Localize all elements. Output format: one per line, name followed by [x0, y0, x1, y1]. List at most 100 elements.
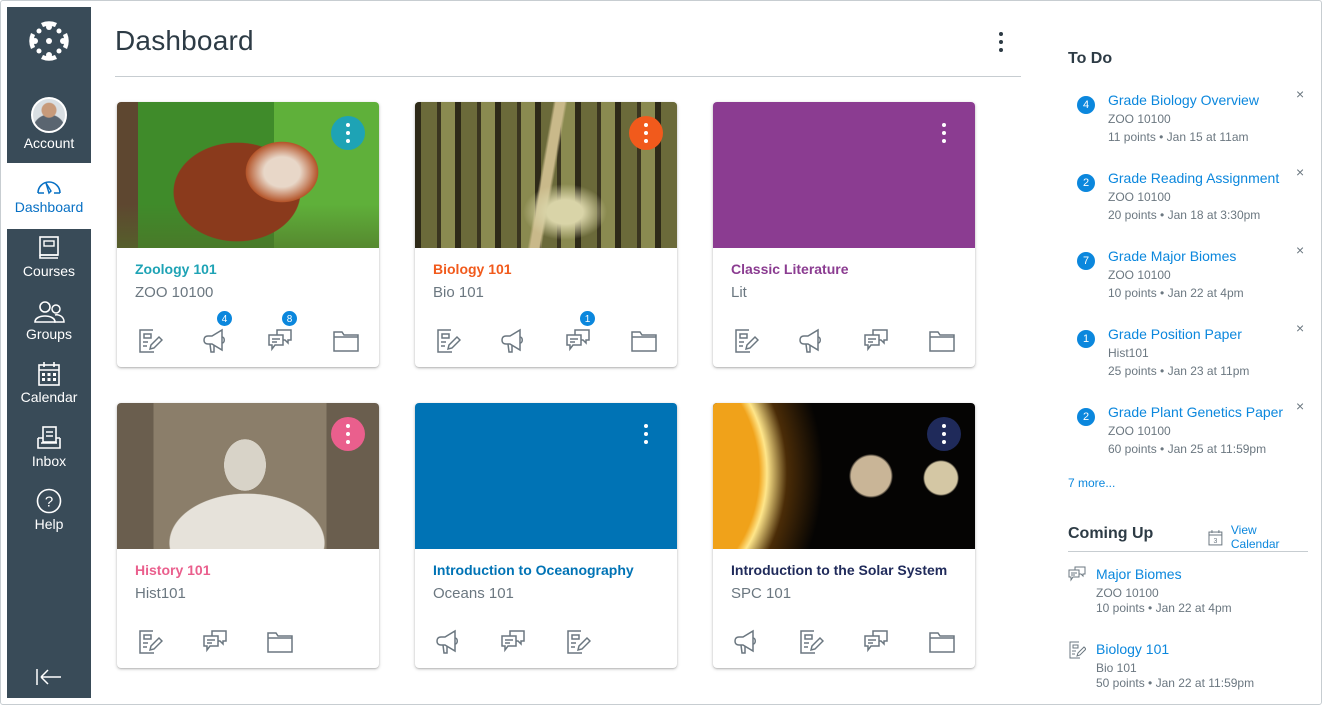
right-sidebar: To Do 4 Grade Biology Overview ZOO 10100… [1068, 1, 1308, 704]
course-card[interactable]: Introduction to Oceanography Oceans 101 [415, 403, 677, 668]
app-window: Account Dashboard Courses Groups Calenda… [0, 0, 1322, 705]
calendar-icon: 3 [1208, 529, 1223, 545]
global-nav: Account Dashboard Courses Groups Calenda… [7, 7, 91, 698]
files-icon[interactable] [631, 328, 657, 354]
files-icon[interactable] [333, 328, 359, 354]
nav-account[interactable]: Account [7, 97, 91, 163]
nav-calendar[interactable]: Calendar [7, 361, 91, 405]
collapse-nav-button[interactable] [7, 667, 91, 687]
canvas-logo[interactable] [7, 19, 91, 79]
dismiss-icon[interactable]: × [1296, 243, 1308, 257]
assignments-icon-glyph [735, 329, 759, 353]
todo-link[interactable]: Grade Plant Genetics Paper [1108, 404, 1283, 420]
course-card[interactable]: Biology 101 Bio 101 1 [415, 102, 677, 367]
discussions-icon[interactable] [202, 629, 228, 655]
discussions-icon[interactable] [863, 328, 889, 354]
announcements-icon[interactable] [733, 629, 759, 655]
discussions-icon-glyph [203, 630, 227, 653]
files-icon[interactable] [929, 328, 955, 354]
nav-courses[interactable]: Courses [7, 235, 91, 279]
todo-meta: 60 points • Jan 25 at 11:59pm [1108, 442, 1267, 456]
announcements-icon[interactable] [500, 328, 526, 354]
course-card[interactable]: History 101 Hist101 [117, 403, 379, 668]
card-actions: 4 8 [137, 310, 367, 354]
card-title[interactable]: Classic Literature [731, 261, 849, 277]
coming-up-link[interactable]: Major Biomes [1096, 566, 1182, 582]
avatar [31, 97, 67, 133]
card-options-button[interactable] [629, 417, 663, 451]
course-card[interactable]: Classic Literature Lit [713, 102, 975, 367]
card-course-code: Hist101 [135, 585, 186, 602]
card-course-code: Lit [731, 284, 747, 301]
view-calendar-label: View Calendar [1230, 523, 1280, 551]
assignments-icon[interactable] [137, 328, 163, 354]
nav-help[interactable]: ? Help [7, 488, 91, 532]
course-card[interactable]: Zoology 101 ZOO 10100 4 8 [117, 102, 379, 367]
todo-link[interactable]: Grade Reading Assignment [1108, 170, 1279, 186]
card-options-button[interactable] [927, 417, 961, 451]
assignments-icon[interactable] [137, 629, 163, 655]
assignments-icon[interactable] [798, 629, 824, 655]
card-title[interactable]: Zoology 101 [135, 261, 217, 277]
announcements-icon[interactable] [798, 328, 824, 354]
card-options-button[interactable] [331, 116, 365, 150]
assignments-icon-glyph [800, 630, 824, 654]
todo-link[interactable]: Grade Major Biomes [1108, 248, 1236, 264]
card-actions [435, 629, 665, 655]
assignments-icon-glyph [437, 329, 461, 353]
calendar-icon [38, 362, 60, 386]
todo-link[interactable]: Grade Biology Overview [1108, 92, 1259, 108]
needs-grading-count: 2 [1077, 408, 1095, 426]
dismiss-icon[interactable]: × [1296, 399, 1308, 413]
dismiss-icon[interactable]: × [1296, 165, 1308, 179]
assignments-icon[interactable] [565, 629, 591, 655]
unread-badge: 8 [281, 310, 298, 327]
nav-help-label: Help [34, 516, 64, 532]
card-course-code: Oceans 101 [433, 585, 514, 602]
card-options-button[interactable] [927, 116, 961, 150]
nav-courses-label: Courses [22, 263, 76, 279]
assignments-icon[interactable] [435, 328, 461, 354]
announcements-icon[interactable]: 4 [202, 310, 233, 354]
card-title[interactable]: Biology 101 [433, 261, 512, 277]
card-options-button[interactable] [331, 417, 365, 451]
discussions-icon[interactable]: 8 [267, 310, 298, 354]
card-title[interactable]: Introduction to the Solar System [731, 562, 947, 578]
discussions-icon[interactable] [863, 629, 889, 655]
discussions-icon[interactable]: 1 [565, 310, 596, 354]
needs-grading-count: 7 [1077, 252, 1095, 270]
todo-item: 7 Grade Major Biomes ZOO 10100 10 points… [1068, 243, 1308, 312]
card-title[interactable]: History 101 [135, 562, 210, 578]
files-icon[interactable] [929, 629, 955, 655]
page-title: Dashboard [115, 25, 254, 56]
files-icon[interactable] [267, 629, 293, 655]
main-content: Dashboard Zoology 101 ZOO 10100 4 8 Biol… [115, 1, 1021, 704]
coming-up-divider [1068, 551, 1308, 552]
card-title[interactable]: Introduction to Oceanography [433, 562, 634, 578]
card-options-button[interactable] [629, 116, 663, 150]
coming-up-link[interactable]: Biology 101 [1096, 641, 1169, 657]
nav-inbox-label: Inbox [31, 453, 67, 469]
announcements-icon[interactable] [435, 629, 461, 655]
todo-link[interactable]: Grade Position Paper [1108, 326, 1242, 342]
view-calendar-link[interactable]: 3 View Calendar [1208, 523, 1308, 551]
files-icon-glyph [631, 331, 657, 352]
card-course-code: Bio 101 [433, 284, 484, 301]
dashboard-options-button[interactable] [991, 29, 1011, 57]
coming-up-item: Biology 101 Bio 101 50 points • Jan 22 a… [1068, 641, 1308, 701]
dismiss-icon[interactable]: × [1296, 87, 1308, 101]
discussions-icon[interactable] [500, 629, 526, 655]
course-card[interactable]: Introduction to the Solar System SPC 101 [713, 403, 975, 668]
nav-dashboard[interactable]: Dashboard [7, 163, 91, 229]
nav-inbox[interactable]: Inbox [7, 425, 91, 469]
groups-icon [34, 301, 65, 323]
nav-groups[interactable]: Groups [7, 300, 91, 342]
assignments-icon-glyph [567, 630, 591, 654]
card-actions: 1 [435, 310, 665, 354]
todo-more-link[interactable]: 7 more... [1068, 476, 1115, 490]
todo-item: 2 Grade Reading Assignment ZOO 10100 20 … [1068, 165, 1308, 234]
assignments-icon[interactable] [733, 328, 759, 354]
todo-meta: 10 points • Jan 22 at 4pm [1108, 286, 1244, 300]
dismiss-icon[interactable]: × [1296, 321, 1308, 335]
card-actions [733, 328, 963, 354]
